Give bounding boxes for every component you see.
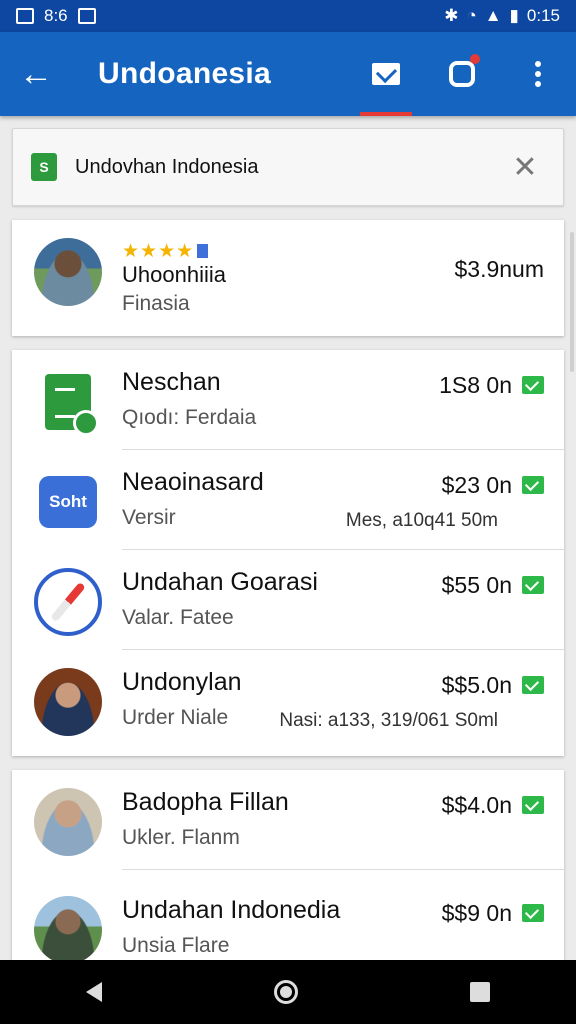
close-icon[interactable]: ✕ [505, 150, 545, 185]
chat-app-icon: Soht [34, 468, 102, 536]
item-price: $$9 0n [441, 900, 512, 926]
avatar [34, 238, 102, 306]
nav-recents-icon[interactable] [470, 982, 490, 1002]
bookmark-icon [197, 244, 209, 258]
item-name: Undahan Goarasi [122, 568, 318, 596]
item-subtitle: Versir [122, 506, 176, 529]
avatar [34, 896, 102, 964]
check-icon [522, 796, 544, 814]
item-price: $23 0n [441, 472, 512, 498]
banner-text: Undovhan Indonesia [75, 155, 259, 178]
more-vert-icon [535, 61, 541, 87]
item-name: Badopha Fillan [122, 788, 289, 816]
item-subtitle: Ukler. Flanm [122, 826, 240, 849]
item-subtitle: Valar. Fatee [122, 606, 234, 629]
overflow-menu-button[interactable] [500, 32, 576, 116]
check-icon [522, 476, 544, 494]
featured-subtitle: Finasia [122, 292, 190, 315]
sheets-app-icon [34, 368, 102, 436]
list-item[interactable]: Undonylan Urder Niale $$5.0n Nasi: a133,… [12, 650, 564, 750]
check-icon [522, 376, 544, 394]
item-name: Undahan Indonedia [122, 896, 341, 924]
transaction-list-2: Badopha Fillan Ukler. Flanm $$4.0n Undah… [12, 770, 564, 970]
mail-icon [372, 63, 400, 85]
list-item[interactable]: Neschan Qıodı: Ferdaia 1S8 0n [12, 350, 564, 450]
compass-app-icon [34, 568, 102, 636]
item-price: $$4.0n [441, 792, 512, 818]
nav-back-icon[interactable] [86, 982, 102, 1002]
status-time-right: 0:15 [526, 6, 560, 25]
info-banner[interactable]: S Undovhan Indonesia ✕ [12, 128, 564, 206]
list-item[interactable]: Badopha Fillan Ukler. Flanm $$4.0n [12, 770, 564, 870]
featured-card[interactable]: ★★★★ Uhoonhiiia Finasia $3.9num [12, 220, 564, 336]
item-note: Mes, a10q41 50m [345, 510, 498, 531]
status-bar: 8:6 ✱ ◔ ▲ ▮ 0:15 [0, 0, 576, 32]
item-name: Neschan [122, 368, 221, 396]
status-time-left: 8:6 [44, 6, 68, 25]
battery-icon: ▮ [509, 6, 519, 25]
app-bar: ← Undoanesia [0, 32, 576, 116]
app-notification-icon [77, 8, 96, 24]
sheets-icon: S [31, 153, 57, 181]
item-subtitle: Unsia Flare [122, 934, 230, 957]
item-price: $55 0n [441, 572, 512, 598]
inbox-button[interactable] [348, 32, 424, 116]
list-item[interactable]: Soht Neaoinasard Versir $23 0n Mes, a10q… [12, 450, 564, 550]
wifi-icon: ◔ [466, 6, 477, 25]
item-name: Neaoinasard [122, 468, 264, 496]
system-nav-bar [0, 960, 576, 1024]
list-item[interactable]: Undahan Goarasi Valar. Fatee $55 0n [12, 550, 564, 650]
item-note: Nasi: a133, 319/061 S0ml [279, 710, 498, 731]
image-notification-icon [16, 8, 34, 24]
check-icon [522, 676, 544, 694]
rating-stars: ★★★★ [122, 240, 209, 263]
chat-icon [449, 61, 475, 87]
avatar [34, 788, 102, 856]
bluetooth-icon: ✱ [444, 6, 459, 25]
chat-button[interactable] [424, 32, 500, 116]
item-price: 1S8 0n [439, 372, 512, 398]
notification-dot [470, 54, 480, 64]
nav-home-icon[interactable] [274, 980, 298, 1004]
check-icon [522, 576, 544, 594]
back-arrow-icon[interactable]: ← [0, 57, 72, 91]
item-subtitle: Qıodı: Ferdaia [122, 406, 257, 429]
avatar [34, 668, 102, 736]
featured-price: $3.9num [454, 256, 544, 282]
divider [122, 869, 564, 870]
item-name: Undonylan [122, 668, 242, 696]
featured-name: Uhoonhiiia [122, 262, 226, 287]
page-title: Undoanesia [98, 57, 272, 90]
item-subtitle: Urder Niale [122, 706, 229, 729]
item-price: $$5.0n [441, 672, 512, 698]
scrollbar[interactable] [570, 232, 574, 372]
signal-icon: ▲ [484, 6, 502, 25]
check-icon [522, 904, 544, 922]
transaction-list: Neschan Qıodı: Ferdaia 1S8 0n Soht Neaoi… [12, 350, 564, 756]
